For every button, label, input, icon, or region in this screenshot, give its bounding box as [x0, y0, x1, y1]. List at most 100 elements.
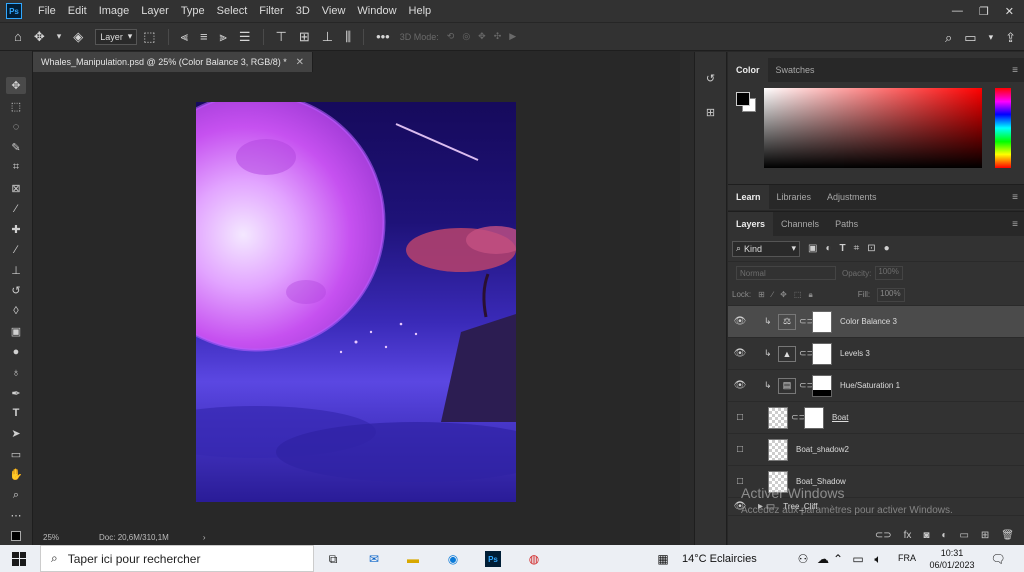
hue-slider[interactable] [995, 88, 1011, 168]
news-icon[interactable]: ▦ [655, 551, 671, 567]
3d-roll-icon[interactable]: ◎ [462, 31, 470, 42]
eraser-tool-icon[interactable]: ◊ [6, 302, 26, 319]
crop-tool-icon[interactable]: ⌗ [6, 159, 26, 176]
marquee-tool-icon[interactable]: ⬚ [6, 97, 26, 114]
hand-tool-icon[interactable]: ✋ [6, 466, 26, 483]
layer-thumbnail[interactable] [768, 406, 788, 429]
eye-icon[interactable]: 👁︎ [728, 316, 752, 327]
auto-select-dropdown[interactable]: Layer ▾ [95, 28, 138, 45]
layer-row-boat[interactable]: □ ⊂⊃ Boat [728, 402, 1024, 434]
share-icon[interactable]: ⇪ [1005, 30, 1016, 46]
distribute-icon[interactable]: ☰ [239, 29, 251, 45]
canvas-area[interactable] [33, 72, 680, 530]
layer-name[interactable]: Hue/Saturation 1 [840, 381, 900, 390]
lock-position-icon[interactable]: ✥ [780, 290, 787, 299]
3d-orbit-icon[interactable]: ⟲ [447, 31, 455, 42]
brush-tool-icon[interactable]: ∕ [6, 241, 26, 258]
panel-menu-icon[interactable]: ≡ [1012, 192, 1018, 203]
lock-all-icon[interactable]: 🔒︎ [808, 290, 812, 300]
layer-name[interactable]: Boat_shadow2 [796, 445, 849, 454]
paint-app-icon[interactable]: ◍ [526, 551, 542, 567]
transform-controls-icon[interactable]: ⬚ [143, 29, 155, 45]
menu-filter[interactable]: Filter [253, 5, 289, 17]
document-tab[interactable]: Whales_Manipulation.psd @ 25% (Color Bal… [33, 52, 313, 72]
tab-layers[interactable]: Layers [728, 212, 774, 236]
file-explorer-icon[interactable]: ▬ [405, 551, 421, 567]
filter-smart-object-icon[interactable]: ⊡ [867, 243, 875, 254]
hue-sat-icon[interactable]: ▤ [778, 377, 796, 394]
zoom-level[interactable]: 25% [43, 533, 59, 542]
zoom-tool-icon[interactable]: ⌕ [6, 487, 26, 504]
3d-camera-icon[interactable]: ▶ [509, 31, 516, 42]
auto-select-icon[interactable]: ◈ [73, 29, 83, 45]
tab-libraries[interactable]: Libraries [769, 185, 820, 209]
chevron-down-icon[interactable]: ▾ [989, 32, 994, 43]
notifications-icon[interactable]: 🗨︎ [990, 551, 1006, 567]
align-right-icon[interactable]: ⫸ [220, 29, 227, 45]
filter-pixel-icon[interactable]: ▣ [808, 243, 817, 254]
layer-row-color-balance[interactable]: 👁︎ ↳ ⚖︎ ⊂⊃ Color Balance 3 [728, 306, 1024, 338]
menu-type[interactable]: Type [175, 5, 211, 17]
menu-3d[interactable]: 3D [290, 5, 316, 17]
align-center-icon[interactable]: ≡ [200, 29, 208, 44]
layer-mask-thumbnail[interactable] [804, 406, 824, 429]
lock-transparent-icon[interactable]: ⊞ [758, 290, 765, 299]
chevron-down-icon[interactable]: ▾ [57, 31, 62, 42]
doc-size-info[interactable]: Doc: 20,6M/310,1M [99, 533, 169, 542]
rectangle-tool-icon[interactable]: ▭ [6, 446, 26, 463]
layer-mask-thumbnail[interactable] [812, 374, 832, 397]
taskbar-search-box[interactable]: ⌕ Taper ici pour rechercher [40, 545, 314, 572]
layer-thumbnail[interactable] [768, 438, 788, 461]
trash-icon[interactable]: 🗑︎ [1001, 530, 1014, 541]
language-indicator[interactable]: FRA [898, 553, 916, 563]
align-top-icon[interactable]: ⊤ [276, 29, 287, 45]
levels-icon[interactable]: ▲ [778, 345, 796, 362]
link-layers-icon[interactable]: ⊂⊃ [875, 530, 892, 541]
panel-menu-icon[interactable]: ≡ [1012, 219, 1018, 230]
color-picker-field[interactable] [764, 88, 982, 168]
more-tools-icon[interactable]: ⋯ [6, 507, 26, 524]
lock-artboard-icon[interactable]: ⬚ [794, 290, 802, 299]
foreground-color-swatch[interactable] [6, 528, 26, 545]
filter-type-icon[interactable]: T [840, 243, 846, 254]
volume-icon[interactable]: 🔈︎ [870, 551, 886, 567]
artwork-canvas[interactable] [196, 102, 516, 502]
fx-icon[interactable]: fx [904, 530, 912, 541]
quick-select-tool-icon[interactable]: ✎ [6, 138, 26, 155]
foreground-color-swatch[interactable] [736, 92, 750, 106]
type-tool-icon[interactable]: T [6, 405, 26, 422]
panel-menu-icon[interactable]: ≡ [1012, 65, 1018, 76]
layer-name[interactable]: Boat [832, 413, 848, 422]
visibility-toggle[interactable]: □ [728, 412, 752, 423]
restore-icon[interactable]: ❐ [979, 5, 989, 18]
windows-start-icon[interactable] [12, 551, 26, 566]
new-layer-icon[interactable]: ⊞ [981, 530, 989, 541]
pen-tool-icon[interactable]: ✒ [6, 384, 26, 401]
menu-select[interactable]: Select [211, 5, 254, 17]
gradient-tool-icon[interactable]: ▣ [6, 323, 26, 340]
tab-channels[interactable]: Channels [773, 212, 827, 236]
blend-mode-dropdown[interactable]: Normal [736, 266, 836, 280]
mail-icon[interactable]: ✉ [366, 551, 382, 567]
eyedropper-tool-icon[interactable]: ⁄ [6, 200, 26, 217]
link-icon[interactable]: ⊂⊃ [791, 412, 806, 423]
healing-tool-icon[interactable]: ✚ [6, 220, 26, 237]
menu-view[interactable]: View [316, 5, 352, 17]
tab-paths[interactable]: Paths [827, 212, 866, 236]
menu-image[interactable]: Image [93, 5, 136, 17]
close-icon[interactable]: ✕ [296, 57, 304, 68]
menu-layer[interactable]: Layer [135, 5, 175, 17]
layer-name[interactable]: Color Balance 3 [840, 317, 897, 326]
minimize-icon[interactable]: — [952, 5, 963, 17]
layer-name[interactable]: Levels 3 [840, 349, 870, 358]
history-brush-tool-icon[interactable]: ↺ [6, 282, 26, 299]
photoshop-taskbar-icon[interactable]: Ps [485, 551, 501, 567]
adjustment-layer-icon[interactable]: ◐ [941, 530, 947, 541]
weather-text[interactable]: 14°C Eclaircies [682, 553, 757, 565]
link-icon[interactable]: ⊂⊃ [799, 316, 814, 327]
filter-shape-icon[interactable]: ⌗ [854, 243, 860, 254]
eye-icon[interactable]: 👁︎ [728, 348, 752, 359]
align-bottom-icon[interactable]: ⊥ [322, 29, 333, 45]
menu-help[interactable]: Help [403, 5, 438, 17]
workspace-icon[interactable]: ▭ [964, 30, 976, 46]
